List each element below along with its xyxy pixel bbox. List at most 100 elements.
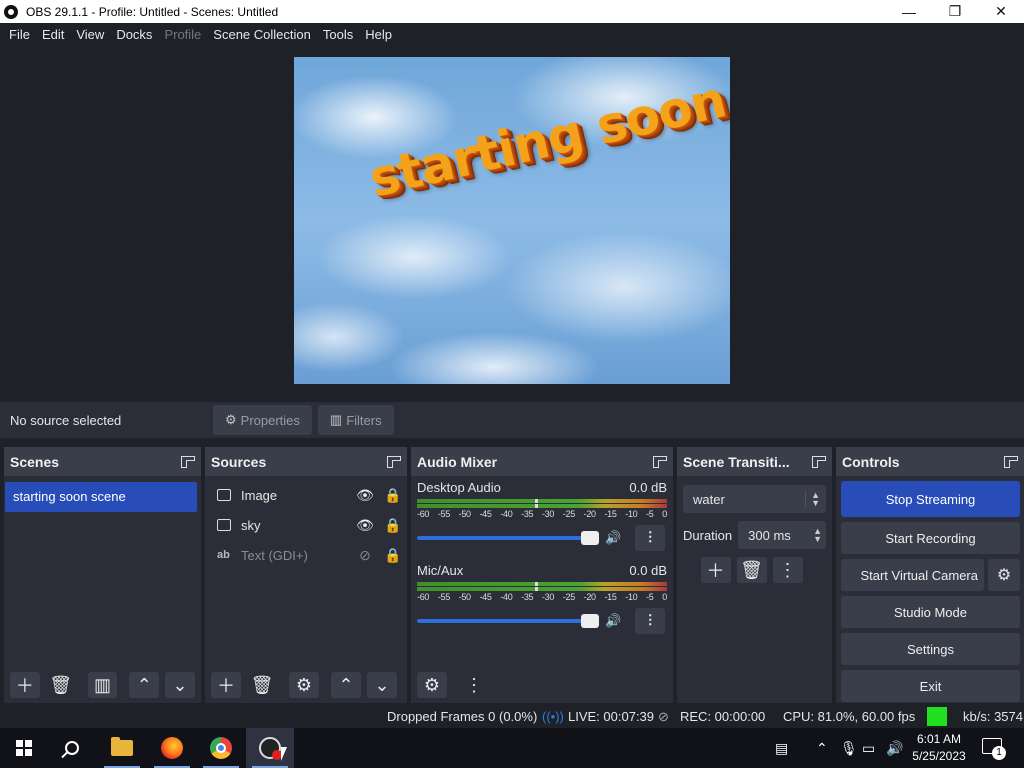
speaker-icon[interactable]: 🔊 (605, 530, 621, 546)
move-source-down-button[interactable]: ⌄ (367, 672, 397, 698)
transitions-title: Scene Transiti... (683, 453, 790, 470)
source-item-sky[interactable]: sky 👁 🔒 (205, 510, 407, 540)
action-center-icon[interactable]: ▤ (775, 728, 788, 768)
start-icon[interactable] (0, 728, 48, 768)
sources-dock-header: Sources (205, 447, 407, 476)
move-source-up-button[interactable]: ⌃ (331, 672, 361, 698)
chrome-icon[interactable] (197, 728, 245, 768)
dropped-frames: Dropped Frames 0 (0.0%) (387, 709, 538, 724)
menu-tools[interactable]: Tools (317, 23, 359, 47)
menu-docks[interactable]: Docks (110, 23, 158, 47)
preview-area: starting soon (0, 47, 1024, 397)
lock-icon[interactable]: 🔒 (379, 547, 407, 564)
undock-icon[interactable] (1004, 455, 1018, 468)
menu-scene-collection[interactable]: Scene Collection (207, 23, 317, 47)
channel-menu-button[interactable]: ⋮ (635, 525, 666, 551)
move-scene-up-button[interactable]: ⌃ (129, 672, 160, 698)
scenes-dock-header: Scenes (4, 447, 201, 476)
remove-scene-button[interactable]: 🗑 (46, 672, 76, 698)
add-source-button[interactable]: ＋ (211, 672, 241, 698)
slider-handle[interactable] (581, 614, 599, 628)
text-icon: ab (217, 549, 230, 561)
bitrate: kb/s: 3574 (963, 709, 1023, 724)
menu-edit[interactable]: Edit (36, 23, 70, 47)
start-virtual-camera-button[interactable]: Start Virtual Camera (841, 559, 984, 591)
slider-handle[interactable] (581, 531, 599, 545)
visibility-hidden-icon[interactable]: ⊘ (351, 547, 379, 564)
transition-select[interactable]: water ▲ ▼ (683, 485, 826, 513)
volume-icon[interactable]: 🔊 (886, 728, 903, 768)
image-icon (217, 489, 231, 501)
add-scene-button[interactable]: ＋ (10, 672, 40, 698)
volume-slider[interactable] (417, 614, 599, 628)
spin-arrows-icon[interactable]: ▲ ▼ (813, 527, 822, 544)
network-icon[interactable]: ▭ (862, 728, 875, 768)
meter-scale: -60 -55 -50 -45 -40 -35 -30 -25 -20 -15 -10 -5 0 (417, 592, 667, 602)
scenes-title: Scenes (10, 453, 60, 470)
cpu-fps: CPU: 81.0%, 60.00 fps (783, 709, 916, 724)
duration-spinbox[interactable]: 300 ms ▲ ▼ (738, 521, 826, 549)
volume-meter (417, 582, 667, 591)
channel-menu-button[interactable]: ⋮ (635, 608, 666, 634)
lock-icon[interactable]: 🔒 (379, 517, 407, 534)
channel-db: 0.0 dB (629, 563, 667, 578)
file-explorer-icon[interactable] (98, 728, 146, 768)
studio-mode-button[interactable]: Studio Mode (841, 596, 1020, 628)
start-recording-button[interactable]: Start Recording (841, 522, 1020, 554)
source-name: Text (GDI+) (241, 547, 308, 563)
source-item-image[interactable]: Image 👁 🔒 (205, 480, 407, 510)
remove-source-button[interactable]: 🗑 (247, 672, 277, 698)
advanced-audio-gear-button[interactable]: ⚙ (417, 672, 447, 698)
menu-profile[interactable]: Profile (158, 23, 207, 47)
menu-help[interactable]: Help (359, 23, 398, 47)
remove-transition-button[interactable]: 🗑 (736, 557, 767, 583)
stop-streaming-button[interactable]: Stop Streaming (841, 481, 1020, 517)
mixer-dock-header: Audio Mixer (411, 447, 673, 476)
mixer-channel-desktop: Desktop Audio 0.0 dB -60 -55 -50 -45 -40 -35-… (411, 476, 673, 551)
sources-dock: Sources Image 👁 🔒 sky 👁 🔒 ab Text (GDI+)… (205, 447, 407, 703)
settings-button[interactable]: Settings (841, 633, 1020, 665)
transitions-dock-header: Scene Transiti... (677, 447, 832, 476)
menu-view[interactable]: View (70, 23, 110, 47)
transition-menu-button[interactable]: ⋮ (772, 557, 803, 583)
undock-icon[interactable] (387, 455, 401, 468)
notification-badge: 1 (992, 746, 1006, 760)
filters-button[interactable]: ▥ Filters (317, 405, 394, 435)
menu-file[interactable]: File (3, 23, 36, 47)
search-icon[interactable] (48, 728, 96, 768)
firefox-icon[interactable] (148, 728, 196, 768)
close-button[interactable]: ✕ (978, 0, 1024, 23)
rec-time: REC: 00:00:00 (680, 709, 766, 724)
mixer-title: Audio Mixer (417, 453, 498, 470)
maximize-button[interactable]: ❐ (932, 0, 978, 23)
undock-icon[interactable] (653, 455, 667, 468)
clock[interactable]: 6:01 AM 5/25/2023 (905, 731, 973, 765)
properties-button[interactable]: ⚙ Properties (213, 405, 312, 435)
live-time: LIVE: 00:07:39 (568, 709, 655, 724)
exit-button[interactable]: Exit (841, 670, 1020, 702)
source-item-text[interactable]: ab Text (GDI+) ⊘ 🔒 (205, 540, 407, 570)
source-properties-button[interactable]: ⚙ (289, 672, 319, 698)
move-scene-down-button[interactable]: ⌄ (165, 672, 195, 698)
volume-slider[interactable] (417, 531, 599, 545)
mixer-menu-button[interactable]: ⋮ (459, 672, 489, 698)
scenes-dock: Scenes starting soon scene ＋ 🗑 ▥ ⌃ ⌄ (4, 447, 201, 703)
undock-icon[interactable] (181, 455, 195, 468)
virtual-camera-gear-icon[interactable]: ⚙ (988, 559, 1020, 591)
minimize-button[interactable]: — (886, 0, 932, 23)
chevron-up-icon[interactable]: ⌃ (816, 728, 828, 768)
lock-icon[interactable]: 🔒 (379, 487, 407, 504)
speaker-icon[interactable]: 🔊 (605, 613, 621, 629)
undock-icon[interactable] (812, 455, 826, 468)
clock-date: 5/25/2023 (912, 749, 966, 763)
scene-item[interactable]: starting soon scene (5, 482, 197, 512)
controls-dock-header: Controls (836, 447, 1024, 476)
chevron-updown-icon: ▲ ▼ (805, 491, 820, 508)
preview-canvas[interactable]: starting soon (294, 57, 730, 384)
visibility-eye-icon[interactable]: 👁 (351, 517, 379, 534)
source-name: Image (241, 487, 278, 503)
microphone-icon[interactable]: 🎙 (840, 728, 858, 768)
visibility-eye-icon[interactable]: 👁 (351, 487, 379, 504)
scene-filters-button[interactable]: ▥ (87, 672, 118, 698)
add-transition-button[interactable]: ＋ (700, 557, 731, 583)
